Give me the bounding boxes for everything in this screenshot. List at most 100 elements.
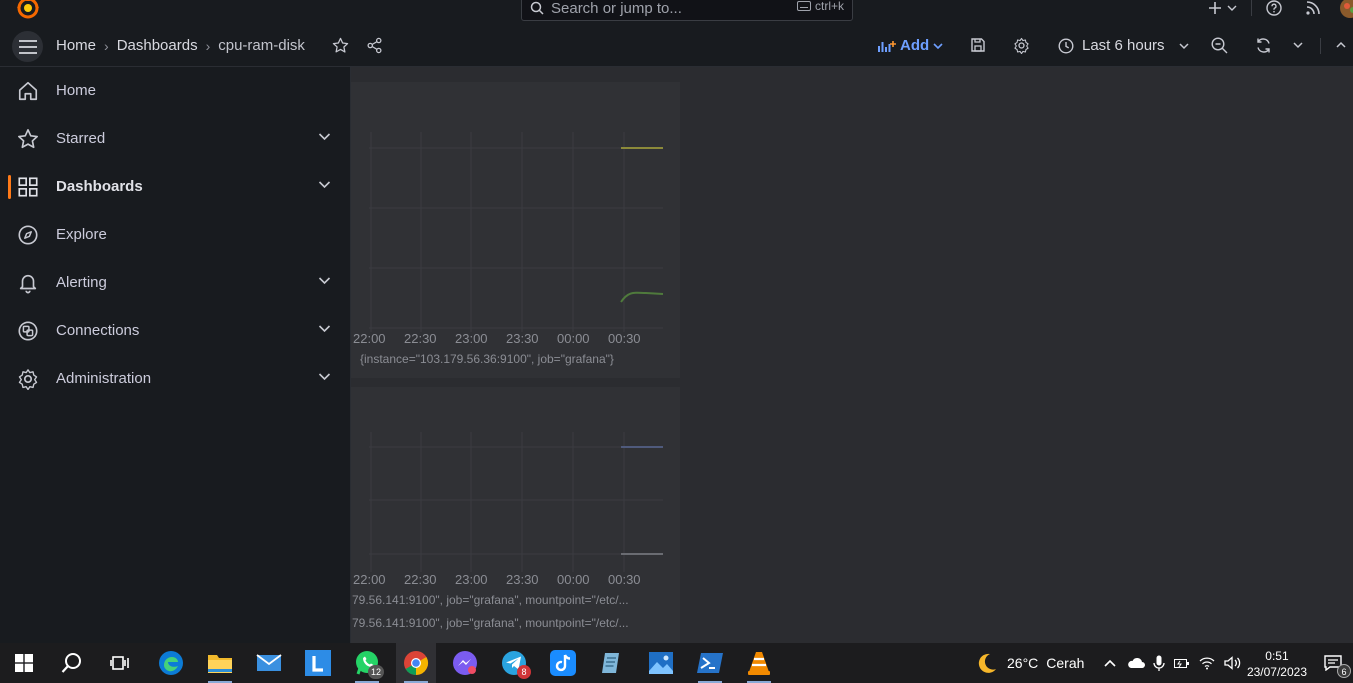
chevron-up-icon: [1336, 41, 1346, 48]
menu-toggle-button[interactable]: [12, 31, 43, 62]
grafana-logo-icon[interactable]: [16, 0, 40, 20]
chevron-down-icon[interactable]: [318, 132, 331, 141]
windows-taskbar: 12 8 26°C Cerah 0:51 23/07/2023 6: [0, 643, 1353, 683]
chevron-down-icon[interactable]: [318, 372, 331, 381]
start-button[interactable]: [4, 643, 44, 683]
volume-icon[interactable]: [1224, 656, 1242, 670]
notification-badge: 6: [1337, 664, 1351, 678]
sidebar-item-administration[interactable]: Administration: [0, 355, 350, 403]
taskbar-app-photos[interactable]: [641, 643, 681, 683]
time-range-picker[interactable]: Last 6 hours: [1058, 37, 1189, 54]
taskbar-app-whatsapp[interactable]: 12: [347, 643, 387, 683]
taskbar-app-mail[interactable]: [249, 643, 289, 683]
sidebar-item-connections[interactable]: Connections: [0, 307, 350, 355]
x-tick: 22:00: [353, 572, 386, 587]
active-indicator: [8, 175, 11, 199]
zoom-out-button[interactable]: [1211, 37, 1228, 54]
refresh-interval-dropdown[interactable]: [1292, 41, 1304, 49]
compass-icon: [17, 224, 39, 246]
sidebar-item-dashboards[interactable]: Dashboards: [0, 163, 350, 211]
home-icon: [17, 80, 39, 102]
save-icon: [971, 38, 985, 52]
notification-badge: 8: [517, 665, 531, 679]
chevron-down-icon[interactable]: [318, 324, 331, 333]
legend-item[interactable]: 79.56.141:9100", job="grafana", mountpoi…: [352, 593, 629, 607]
microphone-icon[interactable]: [1153, 655, 1165, 671]
chevron-right-icon: ›: [205, 37, 211, 54]
divider: [1320, 38, 1321, 54]
apps-icon: [17, 176, 39, 198]
star-icon: [332, 37, 349, 53]
sidebar-item-home[interactable]: Home: [0, 67, 350, 115]
sidebar-item-label: Starred: [56, 130, 106, 147]
plus-icon: [1209, 2, 1237, 14]
taskbar-app-tiktok[interactable]: [543, 643, 583, 683]
powershell-icon: [697, 653, 723, 673]
wifi-icon[interactable]: [1199, 656, 1215, 670]
taskbar-app-powershell[interactable]: [690, 643, 730, 683]
breadcrumb-dashboards[interactable]: Dashboards: [117, 37, 198, 54]
weather-widget[interactable]: 26°C Cerah: [974, 643, 1084, 683]
taskbar-app-messenger[interactable]: [445, 643, 485, 683]
chevron-down-icon[interactable]: [318, 180, 331, 189]
legend-item[interactable]: {instance="103.179.56.36:9100", job="gra…: [360, 352, 614, 366]
search-bar[interactable]: Search or jump to... ctrl+k: [521, 0, 853, 21]
weather-temp: 26°C: [1007, 655, 1039, 671]
add-panel-icon: [878, 40, 896, 52]
app-d-icon: [550, 650, 576, 676]
taskbar-app-notepad[interactable]: [592, 643, 632, 683]
chrome-icon: [404, 651, 429, 675]
onedrive-icon[interactable]: [1127, 657, 1145, 669]
avatar[interactable]: [1339, 0, 1353, 18]
weather-desc: Cerah: [1046, 655, 1085, 671]
taskbar-app-chrome[interactable]: [396, 643, 436, 683]
sidebar-item-label: Administration: [56, 370, 152, 387]
taskbar-clock[interactable]: 0:51 23/07/2023: [1247, 648, 1307, 680]
sidebar-item-explore[interactable]: Explore: [0, 211, 350, 259]
battery-icon[interactable]: [1174, 657, 1190, 669]
show-hidden-icons-button[interactable]: [1103, 658, 1117, 668]
panel-disk[interactable]: 22:00 22:30 23:00 23:30 00:00 00:30 79.5…: [351, 387, 680, 643]
edge-icon: [159, 651, 183, 675]
add-panel-button[interactable]: Add: [878, 37, 943, 54]
action-center-button[interactable]: 6: [1315, 643, 1351, 683]
dashboard-settings-button[interactable]: [1013, 37, 1030, 54]
taskbar-app-vlc[interactable]: [739, 643, 779, 683]
x-tick: 22:30: [404, 572, 437, 587]
sidebar-item-starred[interactable]: Starred: [0, 115, 350, 163]
help-icon: [1266, 0, 1282, 16]
mark-favorite-button[interactable]: [332, 37, 349, 54]
taskbar-app-file-explorer[interactable]: [200, 643, 240, 683]
sidebar-item-alerting[interactable]: Alerting: [0, 259, 350, 307]
task-view-button[interactable]: [100, 643, 140, 683]
taskbar-app-l[interactable]: [298, 643, 338, 683]
star-icon: [17, 128, 39, 150]
time-range-label: Last 6 hours: [1082, 37, 1165, 54]
panel-cpu[interactable]: 22:00 22:30 23:00 23:30 00:00 00:30 {ins…: [351, 82, 680, 378]
taskbar-app-edge[interactable]: [151, 643, 191, 683]
add-label: Add: [900, 37, 930, 54]
news-button[interactable]: [1303, 0, 1323, 18]
zoom-out-icon: [1211, 37, 1228, 54]
refresh-button[interactable]: [1255, 37, 1272, 54]
chevron-down-icon[interactable]: [318, 276, 331, 285]
system-tray: [1103, 643, 1242, 683]
notepad-icon: [602, 653, 619, 673]
taskbar-search-button[interactable]: [52, 643, 92, 683]
top-right-icons: [1205, 0, 1353, 20]
windows-icon: [15, 654, 33, 672]
series-line: [620, 291, 664, 303]
x-tick: 23:30: [506, 572, 539, 587]
taskbar-app-telegram[interactable]: 8: [494, 643, 534, 683]
x-tick: 00:30: [608, 331, 641, 346]
clock-time: 0:51: [1265, 649, 1289, 663]
collapse-toolbar-button[interactable]: [1335, 41, 1347, 49]
x-tick: 22:30: [404, 331, 437, 346]
breadcrumb-home[interactable]: Home: [56, 37, 96, 54]
share-button[interactable]: [366, 37, 383, 54]
help-button[interactable]: [1264, 0, 1284, 18]
legend-item[interactable]: 79.56.141:9100", job="grafana", mountpoi…: [352, 616, 629, 630]
new-menu-button[interactable]: [1205, 0, 1241, 18]
x-tick: 00:00: [557, 331, 590, 346]
save-dashboard-button[interactable]: [970, 37, 986, 53]
